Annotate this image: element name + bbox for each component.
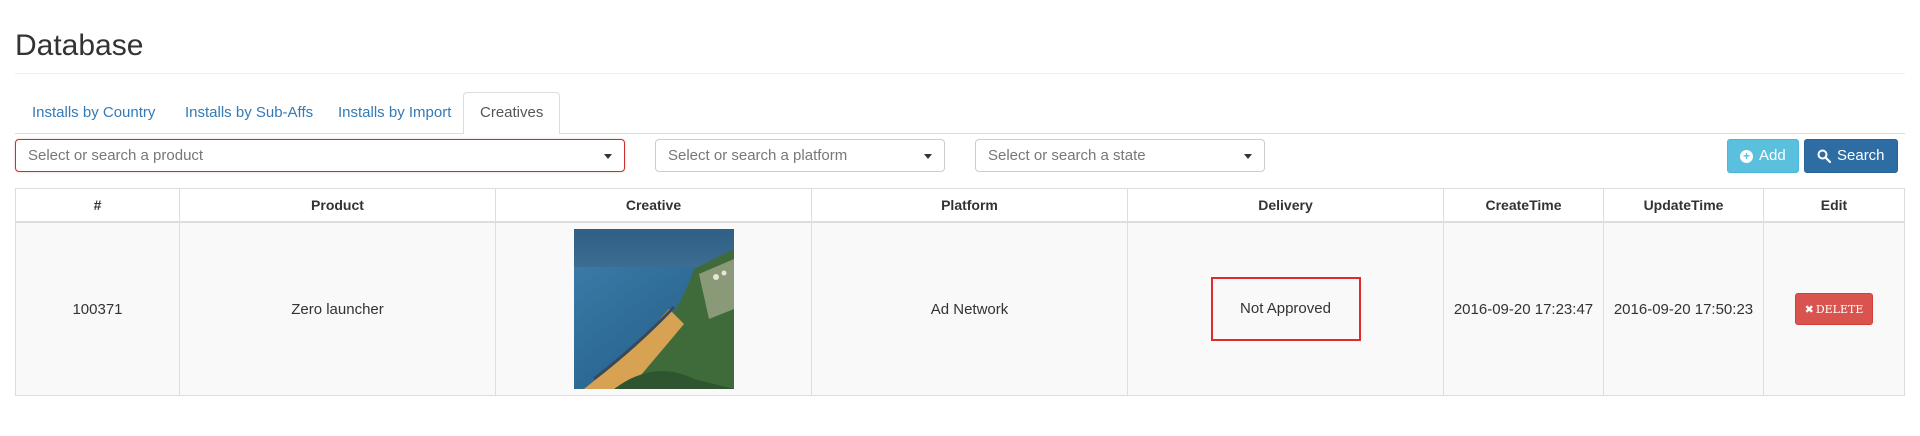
delete-button-label: DELETE [1815, 302, 1864, 316]
product-select[interactable]: Select or search a product [15, 139, 625, 172]
cell-update-time: 2016-09-20 17:50:23 [1603, 221, 1764, 396]
delete-button[interactable]: ✖ DELETE [1795, 293, 1873, 325]
state-select[interactable]: Select or search a state [975, 139, 1265, 172]
state-select-placeholder: Select or search a state [988, 147, 1146, 164]
page-title: Database [15, 29, 144, 62]
platform-select-placeholder: Select or search a platform [668, 147, 848, 164]
cell-platform: Ad Network [811, 221, 1128, 396]
add-button-label: Add [1759, 147, 1786, 164]
cell-delivery: Not Approved [1127, 221, 1444, 396]
search-button[interactable]: Search [1804, 139, 1898, 173]
creative-thumbnail-image[interactable] [573, 229, 734, 389]
search-icon [1817, 149, 1831, 163]
search-button-label: Search [1837, 147, 1885, 164]
add-button[interactable]: + Add [1727, 139, 1799, 173]
column-header-edit[interactable]: Edit [1763, 188, 1905, 223]
plus-circle-icon: + [1740, 149, 1753, 163]
caret-down-icon [924, 154, 932, 159]
column-header-updatetime[interactable]: UpdateTime [1603, 188, 1764, 223]
column-header-platform[interactable]: Platform [811, 188, 1128, 223]
column-header-delivery[interactable]: Delivery [1127, 188, 1444, 223]
caret-down-icon [604, 154, 612, 159]
tab-installs-by-sub-affs[interactable]: Installs by Sub-Affs [168, 92, 330, 132]
tab-creatives[interactable]: Creatives [463, 92, 561, 134]
creatives-table: # Product Creative Platform Delivery Cre… [15, 188, 1905, 396]
cell-creative [495, 221, 812, 396]
column-header-product[interactable]: Product [179, 188, 496, 223]
platform-select[interactable]: Select or search a platform [655, 139, 945, 172]
column-header-id[interactable]: # [15, 188, 180, 223]
column-header-createtime[interactable]: CreateTime [1443, 188, 1604, 223]
tab-installs-by-country[interactable]: Installs by Country [15, 92, 172, 132]
product-select-placeholder: Select or search a product [28, 147, 204, 164]
delivery-status-highlight: Not Approved [1210, 277, 1361, 341]
tab-installs-by-import[interactable]: Installs by Import [321, 92, 468, 132]
table-row: 100371 Zero launcher Ad Network Not Appr… [15, 221, 1905, 396]
cell-create-time: 2016-09-20 17:23:47 [1443, 221, 1604, 396]
cell-product: Zero launcher [179, 221, 496, 396]
tab-bar: Installs by Country Installs by Sub-Affs… [15, 92, 1905, 134]
page-header: Database [15, 0, 1905, 74]
caret-down-icon [1244, 154, 1252, 159]
cell-edit: ✖ DELETE [1763, 221, 1905, 396]
table-header-row: # Product Creative Platform Delivery Cre… [15, 188, 1905, 223]
x-icon: ✖ [1804, 302, 1814, 316]
cell-id: 100371 [15, 221, 180, 396]
column-header-creative[interactable]: Creative [495, 188, 812, 223]
